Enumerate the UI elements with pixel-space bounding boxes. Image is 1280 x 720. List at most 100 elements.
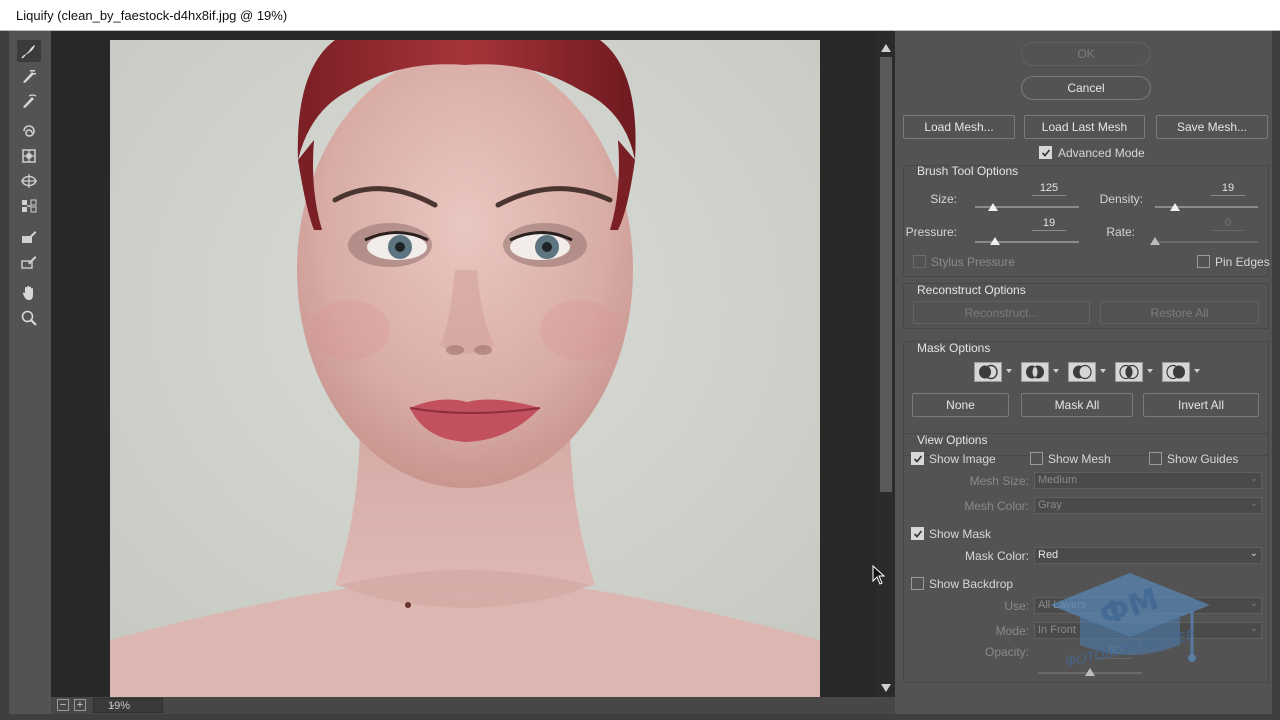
preview-image xyxy=(110,40,820,697)
window-title: Liquify (clean_by_faestock-d4hx8if.jpg @… xyxy=(16,8,288,23)
freeze-mask-tool-icon[interactable] xyxy=(17,226,41,248)
hand-tool-icon[interactable] xyxy=(17,282,41,304)
forward-warp-tool-icon[interactable] xyxy=(17,40,41,62)
pucker-tool-icon[interactable] xyxy=(17,145,41,167)
chevron-down-icon[interactable] xyxy=(1194,369,1200,373)
scrollbar-thumb[interactable] xyxy=(880,57,892,492)
show-mesh-label: Show Mesh xyxy=(1048,452,1111,466)
mesh-color-value: Gray xyxy=(1038,499,1062,511)
tools-toolbar xyxy=(9,31,51,714)
show-guides-checkbox[interactable] xyxy=(1149,452,1162,465)
show-mesh-checkbox[interactable] xyxy=(1030,452,1043,465)
chevron-down-icon: ⌄ xyxy=(1249,473,1258,484)
zoom-out-icon[interactable]: − xyxy=(57,699,69,711)
mask-intersect-icon[interactable] xyxy=(1115,362,1143,382)
show-backdrop-checkbox[interactable] xyxy=(911,577,924,590)
size-slider-handle[interactable] xyxy=(987,203,998,211)
canvas-statusbar: − + 19% ⌄ xyxy=(51,697,895,714)
cancel-button[interactable]: Cancel xyxy=(1021,76,1151,100)
scroll-down-icon[interactable] xyxy=(880,682,892,694)
mask-add-icon[interactable] xyxy=(1021,362,1049,382)
stylus-pressure-label: Stylus Pressure xyxy=(931,255,1016,269)
chevron-down-icon: ⌄ xyxy=(108,699,117,710)
rate-slider-handle xyxy=(1150,237,1160,245)
brush-tool-options-title: Brush Tool Options xyxy=(917,164,1019,178)
show-backdrop-label: Show Backdrop xyxy=(929,577,1014,591)
zoom-tool-icon[interactable] xyxy=(17,307,41,329)
rate-slider-track xyxy=(1155,241,1258,243)
twirl-clockwise-tool-icon[interactable] xyxy=(17,120,41,142)
thaw-mask-tool-icon[interactable] xyxy=(17,251,41,273)
pin-edges-label: Pin Edges xyxy=(1215,255,1270,269)
mask-options-title: Mask Options xyxy=(917,341,991,355)
pin-edges-checkbox[interactable] xyxy=(1197,255,1210,268)
load-mesh-button[interactable]: Load Mesh... xyxy=(903,115,1015,139)
scroll-up-icon[interactable] xyxy=(880,42,892,54)
mouse-cursor-icon xyxy=(872,565,886,585)
mask-replace-icon[interactable] xyxy=(974,362,1002,382)
chevron-down-icon: ⌄ xyxy=(1249,498,1258,509)
show-image-checkbox[interactable] xyxy=(911,452,924,465)
mesh-size-select: Medium ⌄ xyxy=(1034,472,1262,489)
advanced-mode-checkbox[interactable] xyxy=(1039,146,1052,159)
rate-value: 0 xyxy=(1211,217,1245,231)
show-guides-label: Show Guides xyxy=(1167,452,1239,466)
stylus-pressure-checkbox xyxy=(913,255,926,268)
opacity-label: Opacity: xyxy=(984,645,1029,659)
chevron-down-icon: ⌄ xyxy=(1249,548,1258,559)
pressure-slider-handle[interactable] xyxy=(989,237,1000,245)
ok-button[interactable]: OK xyxy=(1021,42,1151,66)
mesh-size-label: Mesh Size: xyxy=(969,474,1029,488)
checkmark-icon xyxy=(1041,148,1050,157)
view-options-title: View Options xyxy=(917,433,988,447)
density-value[interactable]: 19 xyxy=(1211,182,1245,196)
chevron-down-icon[interactable] xyxy=(1147,369,1153,373)
zoom-in-icon[interactable]: + xyxy=(74,699,86,711)
window-titlebar: Liquify (clean_by_faestock-d4hx8if.jpg @… xyxy=(0,0,1280,31)
bloat-tool-icon[interactable] xyxy=(17,170,41,192)
show-mask-checkbox[interactable] xyxy=(911,527,924,540)
reconstruct-button: Reconstruct... xyxy=(913,301,1090,324)
mask-none-button[interactable]: None xyxy=(912,393,1009,417)
checkmark-icon xyxy=(913,529,922,538)
checkmark-icon xyxy=(913,454,922,463)
mesh-size-value: Medium xyxy=(1038,474,1078,486)
load-last-mesh-button[interactable]: Load Last Mesh xyxy=(1024,115,1145,139)
invert-all-button[interactable]: Invert All xyxy=(1143,393,1259,417)
reconstruct-options-title: Reconstruct Options xyxy=(917,283,1026,297)
pressure-value[interactable]: 19 xyxy=(1032,217,1066,231)
mask-color-label: Mask Color: xyxy=(964,549,1029,563)
chevron-down-icon[interactable] xyxy=(1100,369,1106,373)
smooth-tool-icon[interactable] xyxy=(17,90,41,112)
save-mesh-button[interactable]: Save Mesh... xyxy=(1156,115,1268,139)
chevron-down-icon[interactable] xyxy=(1053,369,1059,373)
window-frame-right xyxy=(1272,31,1280,720)
chevron-down-icon: ⌄ xyxy=(1249,623,1258,634)
size-value[interactable]: 125 xyxy=(1032,182,1066,196)
window-frame-left xyxy=(0,31,9,720)
canvas-vertical-scrollbar[interactable] xyxy=(877,31,895,697)
mask-color-select[interactable]: Red ⌄ xyxy=(1034,547,1262,564)
mesh-color-select: Gray ⌄ xyxy=(1034,497,1262,514)
show-image-label: Show Image xyxy=(929,452,996,466)
density-slider-handle[interactable] xyxy=(1169,203,1180,211)
window-frame-bottom xyxy=(0,714,1280,720)
preview-canvas[interactable] xyxy=(51,31,877,697)
use-label: Use: xyxy=(1004,599,1029,613)
mode-label: Mode: xyxy=(995,624,1029,638)
chevron-down-icon[interactable] xyxy=(1006,369,1012,373)
mask-subtract-icon[interactable] xyxy=(1068,362,1096,382)
size-label: Size: xyxy=(930,192,957,206)
watermark-logo: ФМ ФОТОШОП МАСТЕР xyxy=(1040,565,1220,675)
mask-all-button[interactable]: Mask All xyxy=(1021,393,1133,417)
zoom-level-select[interactable]: 19% ⌄ xyxy=(93,698,163,713)
mask-invert-icon[interactable] xyxy=(1162,362,1190,382)
reconstruct-tool-icon[interactable] xyxy=(17,65,41,87)
rate-label: Rate: xyxy=(1106,225,1135,239)
show-mask-label: Show Mask xyxy=(929,527,992,541)
push-left-tool-icon[interactable] xyxy=(17,195,41,217)
pressure-label: Pressure: xyxy=(905,225,957,239)
mesh-color-label: Mesh Color: xyxy=(964,499,1029,513)
restore-all-button: Restore All xyxy=(1100,301,1259,324)
mask-color-value: Red xyxy=(1038,549,1059,561)
